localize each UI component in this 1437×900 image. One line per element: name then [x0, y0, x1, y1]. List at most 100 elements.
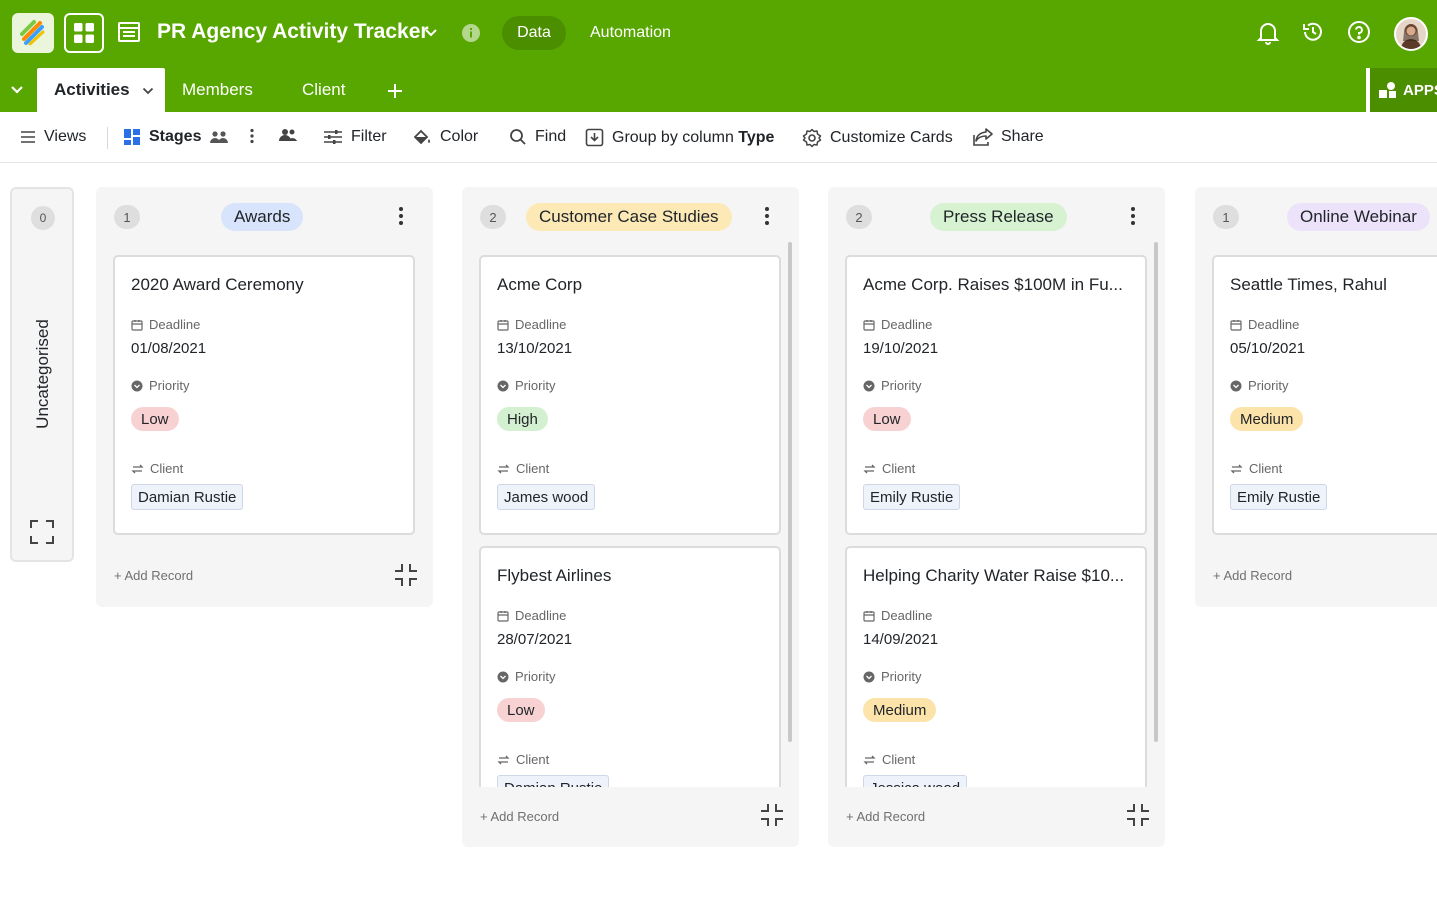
add-tab-icon[interactable]: [386, 77, 404, 106]
tab-members[interactable]: Members: [182, 80, 253, 100]
link-icon: [863, 755, 876, 764]
priority-badge: Low: [863, 407, 911, 431]
priority-label: Priority: [131, 378, 189, 393]
color-label: Color: [440, 128, 479, 145]
column-menu-icon[interactable]: [1128, 205, 1138, 232]
view-toolbar: Views Stages Filter Color Find Group by …: [0, 112, 1437, 163]
tab-activities[interactable]: Activities: [37, 68, 165, 112]
priority-label: Priority: [497, 669, 555, 684]
deadline-value: 19/10/2021: [863, 340, 939, 357]
record-card[interactable]: 2020 Award Ceremony Deadline 01/08/2021 Pri…: [113, 255, 415, 535]
client-link[interactable]: Emily Rustie: [1230, 484, 1328, 510]
stage-label[interactable]: Online Webinar: [1287, 203, 1430, 231]
collapse-icon[interactable]: [10, 82, 24, 100]
uncategorised-column[interactable]: 0 Uncategorised: [10, 187, 74, 562]
uncategorised-count: 0: [31, 206, 55, 230]
table-icon: [117, 20, 141, 49]
tab-data[interactable]: Data: [502, 16, 566, 50]
app-logo-icon[interactable]: [12, 13, 54, 53]
column-menu-icon[interactable]: [396, 205, 406, 232]
deadline-value: 01/08/2021: [131, 340, 207, 357]
shapes-icon: [1379, 82, 1396, 98]
base-title[interactable]: PR Agency Activity Tracker: [157, 20, 429, 44]
add-record-button[interactable]: + Add Record: [114, 568, 193, 583]
group-by-button[interactable]: Group by column Type: [585, 128, 774, 147]
add-record-button[interactable]: + Add Record: [846, 809, 925, 824]
customize-cards-label: Customize Cards: [830, 129, 953, 146]
link-icon: [131, 464, 144, 473]
priority-label-text: Priority: [881, 669, 922, 684]
share-button[interactable]: Share: [973, 128, 1044, 146]
stage-count: 2: [846, 205, 872, 229]
deadline-value: 28/07/2021: [497, 631, 573, 648]
deadline-label-text: Deadline: [149, 317, 201, 332]
scrollbar[interactable]: [788, 242, 792, 742]
find-button[interactable]: Find: [509, 128, 566, 146]
client-link[interactable]: Jessica wood: [863, 775, 968, 787]
tab-automation[interactable]: Automation: [590, 24, 671, 42]
client-link[interactable]: Damian Rustie: [131, 484, 244, 510]
stage-column-online-webinar: 1 Online Webinar Seattle Times, Rahul Dea…: [1195, 187, 1437, 607]
deadline-value: 13/10/2021: [497, 340, 573, 357]
customize-cards-button[interactable]: Customize Cards: [802, 128, 953, 148]
single-select-icon: [131, 380, 143, 391]
record-card[interactable]: Seattle Times, Rahul Deadline 05/10/2021 Pr…: [1212, 255, 1437, 535]
history-icon[interactable]: [1301, 20, 1325, 49]
deadline-label: Deadline: [131, 317, 200, 332]
client-link[interactable]: Damian Rustie: [497, 775, 610, 787]
tab-client[interactable]: Client: [302, 80, 345, 100]
users-icon[interactable]: [278, 128, 298, 142]
question-icon[interactable]: [1347, 20, 1371, 49]
views-button[interactable]: Views: [20, 128, 86, 146]
filter-button[interactable]: Filter: [323, 128, 387, 146]
more-options-icon[interactable]: [249, 128, 255, 144]
share-label: Share: [1001, 128, 1044, 145]
record-card[interactable]: Helping Charity Water Raise $10... Deadli…: [845, 546, 1147, 787]
bell-icon[interactable]: [1256, 20, 1280, 51]
add-record-button[interactable]: + Add Record: [1213, 568, 1292, 583]
collapse-icon[interactable]: [1125, 802, 1151, 833]
share-icon: [973, 128, 993, 146]
divider: [107, 127, 108, 149]
kanban-board: 0 Uncategorised 1 Awards 2020 Award Cere…: [0, 163, 1437, 900]
priority-badge: Low: [131, 407, 179, 431]
client-link[interactable]: James wood: [497, 484, 596, 510]
priority-label: Priority: [863, 378, 921, 393]
card-title: Flybest Airlines: [497, 566, 612, 585]
scrollbar[interactable]: [1154, 242, 1158, 742]
card-title: Seattle Times, Rahul: [1230, 275, 1387, 294]
color-button[interactable]: Color: [412, 128, 478, 146]
link-icon: [863, 464, 876, 473]
views-label: Views: [44, 128, 87, 145]
record-card[interactable]: Acme Corp. Raises $100M in Fu... Deadline…: [845, 255, 1147, 535]
chevron-down-icon[interactable]: [424, 25, 438, 43]
apps-button[interactable]: APPS: [1366, 68, 1437, 112]
client-label: Client: [497, 752, 549, 767]
stage-label[interactable]: Awards: [221, 203, 304, 231]
collapse-icon[interactable]: [393, 562, 419, 593]
stage-label[interactable]: Customer Case Studies: [526, 203, 732, 231]
stages-view-button[interactable]: Stages: [123, 128, 229, 146]
record-card[interactable]: Acme Corp Deadline 13/10/2021 Priority High C…: [479, 255, 781, 535]
stage-count: 2: [480, 205, 506, 229]
client-label-text: Client: [150, 461, 184, 476]
calendar-icon: [1230, 319, 1242, 331]
calendar-icon: [863, 319, 875, 331]
client-link[interactable]: Emily Rustie: [863, 484, 961, 510]
card-list: Seattle Times, Rahul Deadline 05/10/2021 Pr…: [1212, 255, 1437, 537]
add-record-button[interactable]: + Add Record: [480, 809, 559, 824]
deadline-value: 05/10/2021: [1230, 340, 1306, 357]
stage-label[interactable]: Press Release: [930, 203, 1067, 231]
chevron-down-icon[interactable]: [142, 80, 154, 100]
expand-icon[interactable]: [29, 519, 55, 550]
deadline-value: 14/09/2021: [863, 631, 939, 648]
grid-icon[interactable]: [64, 13, 104, 53]
info-icon[interactable]: [461, 23, 481, 48]
collapse-icon[interactable]: [759, 802, 785, 833]
column-menu-icon[interactable]: [762, 205, 772, 232]
avatar[interactable]: [1394, 17, 1428, 51]
client-label: Client: [863, 461, 915, 476]
menu-icon: [21, 131, 35, 143]
client-label-text: Client: [1249, 461, 1283, 476]
record-card[interactable]: Flybest Airlines Deadline 28/07/2021 Priori…: [479, 546, 781, 787]
